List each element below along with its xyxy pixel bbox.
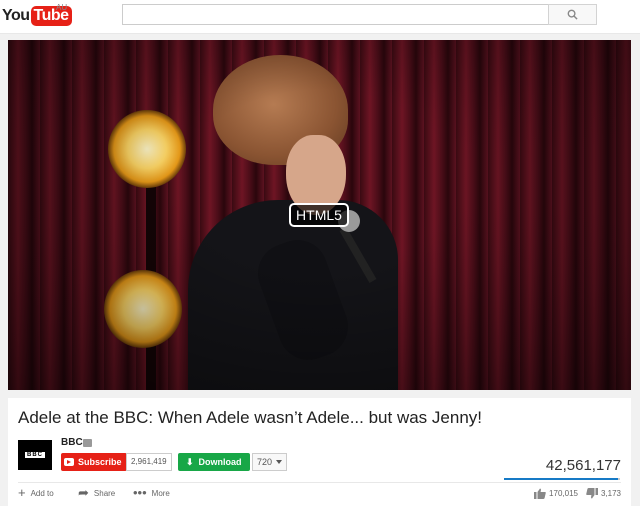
like-count: 170,015 xyxy=(549,489,578,498)
channel-name-link[interactable]: BBC xyxy=(61,437,83,448)
more-button[interactable]: ••• More xyxy=(133,485,170,500)
subscribe-label: Subscribe xyxy=(78,457,122,467)
avatar-logo-text: BBC xyxy=(25,452,45,458)
search-input[interactable] xyxy=(122,4,549,25)
search-button[interactable] xyxy=(548,4,597,25)
plus-icon: + xyxy=(18,485,26,500)
download-arrow-icon: ⬇ xyxy=(186,456,194,467)
add-to-button[interactable]: + Add to xyxy=(18,485,54,500)
video-player[interactable]: HTML5 xyxy=(8,40,631,390)
share-button[interactable]: ➦ Share xyxy=(78,485,116,500)
more-label: More xyxy=(151,488,170,498)
download-label: Download xyxy=(198,457,242,467)
share-arrow-icon: ➦ xyxy=(78,485,89,500)
video-info-panel: Adele at the BBC: When Adele wasn’t Adel… xyxy=(8,398,631,506)
logo-you-text: You xyxy=(2,7,30,24)
html5-badge: HTML5 xyxy=(289,203,349,227)
view-count: 42,561,177 xyxy=(545,457,621,474)
actions-divider xyxy=(18,482,621,483)
like-ratio-bar xyxy=(504,478,620,480)
top-bar: You Tube AU xyxy=(0,0,640,34)
quality-value: 720 xyxy=(257,457,273,467)
verified-icon xyxy=(83,439,92,447)
add-to-label: Add to xyxy=(30,488,54,498)
thumbs-up-icon[interactable] xyxy=(534,488,546,499)
download-button[interactable]: ⬇ Download xyxy=(178,453,250,471)
quality-select[interactable]: 720 xyxy=(252,453,288,471)
thumbs-down-icon[interactable] xyxy=(586,488,598,499)
search-icon xyxy=(567,9,578,20)
subscribe-button[interactable]: Subscribe xyxy=(61,453,127,471)
video-title: Adele at the BBC: When Adele wasn’t Adel… xyxy=(18,408,482,427)
dislike-count: 3,173 xyxy=(600,489,621,498)
more-dots-icon: ••• xyxy=(133,485,147,500)
youtube-play-icon xyxy=(64,458,74,466)
region-label: AU xyxy=(56,3,68,12)
rating-group: 170,015 3,173 xyxy=(534,488,621,499)
like-ratio-fill xyxy=(504,478,618,480)
subscriber-count: 2,961,419 xyxy=(126,453,172,471)
share-label: Share xyxy=(93,488,116,498)
chevron-down-icon xyxy=(276,460,283,464)
channel-avatar[interactable]: BBC xyxy=(18,440,52,470)
